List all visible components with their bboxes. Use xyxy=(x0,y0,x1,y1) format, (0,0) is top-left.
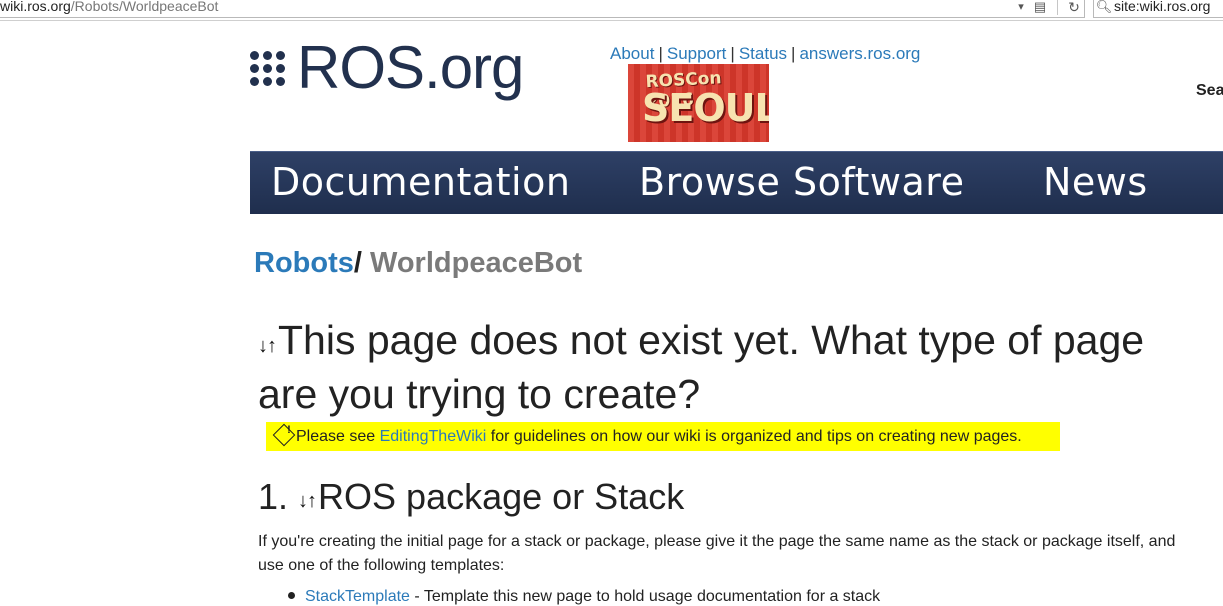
browser-search-input[interactable]: 🔍︎ site:wiki.ros.org xyxy=(1093,0,1223,18)
search-label: Sea xyxy=(1196,82,1223,99)
link-separator: | xyxy=(730,44,735,63)
section-title: ROS package or Stack xyxy=(318,476,685,517)
url-host: wiki.ros.org xyxy=(0,0,71,14)
toggle-arrows-icon[interactable]: ↓↑ xyxy=(258,335,277,357)
nav-browse-software[interactable]: Browse Software xyxy=(639,160,964,204)
answers-link[interactable]: answers.ros.org xyxy=(799,44,920,63)
status-link[interactable]: Status xyxy=(739,44,787,63)
main-nav: Documentation Browse Software News xyxy=(250,151,1223,214)
top-links: About | Support | Status | answers.ros.org xyxy=(610,44,920,64)
breadcrumb: Robots/ WorldpeaceBot xyxy=(254,247,582,280)
warning-notice: ! Please see EditingTheWiki for guideline… xyxy=(266,422,1060,451)
list-item-text: - Template this new page to hold usage d… xyxy=(409,588,881,605)
search-icon: 🔍︎ xyxy=(1095,0,1113,14)
nav-documentation[interactable]: Documentation xyxy=(271,160,570,204)
warning-icon: ! xyxy=(272,423,296,447)
nav-news[interactable]: News xyxy=(1043,160,1148,204)
section-heading: 1. ↓↑ROS package or Stack xyxy=(258,476,684,518)
url-bar[interactable]: wiki.ros.org/Robots/WorldpeaceBot ▾ ▤ ↻ xyxy=(0,0,1085,18)
browser-toolbar: wiki.ros.org/Robots/WorldpeaceBot ▾ ▤ ↻ … xyxy=(0,0,1223,21)
browser-search-value: site:wiki.ros.org xyxy=(1114,0,1211,14)
breadcrumb-separator: / xyxy=(353,247,362,279)
section-paragraph: If you're creating the initial page for … xyxy=(258,533,1176,574)
ros-logo[interactable]: ROS.org xyxy=(250,34,524,101)
link-separator: | xyxy=(791,44,796,63)
toolbar-divider xyxy=(1057,0,1058,15)
page-title: ↓↑This page does not exist yet. What typ… xyxy=(258,316,1158,418)
link-separator: | xyxy=(658,44,663,63)
reload-icon[interactable]: ↻ xyxy=(1064,0,1084,16)
reader-view-icon[interactable]: ▤ xyxy=(1029,0,1051,16)
editing-the-wiki-link[interactable]: EditingTheWiki xyxy=(380,428,487,445)
notice-post: for guidelines on how our wiki is organi… xyxy=(486,428,1022,445)
breadcrumb-current: WorldpeaceBot xyxy=(370,247,583,279)
section-number: 1. xyxy=(258,476,289,517)
ros-logo-dots-icon xyxy=(250,50,285,86)
section-toggle-arrows-icon[interactable]: ↓↑ xyxy=(298,490,317,512)
dropdown-arrow-icon[interactable]: ▾ xyxy=(1013,0,1029,16)
logo-text: ROS.org xyxy=(297,34,524,101)
stack-template-link[interactable]: StackTemplate xyxy=(305,588,410,605)
page-title-text: This page does not exist yet. What type … xyxy=(258,317,1145,417)
notice-pre: Please see xyxy=(296,428,380,445)
support-link[interactable]: Support xyxy=(667,44,727,63)
breadcrumb-parent[interactable]: Robots xyxy=(254,247,354,279)
url-path: /Robots/WorldpeaceBot xyxy=(70,0,219,14)
bullet-icon xyxy=(288,592,295,599)
roscon-banner[interactable]: ROSCon 2016 SEOUL xyxy=(628,64,769,142)
list-item: StackTemplate - Template this new page t… xyxy=(288,588,880,606)
about-link[interactable]: About xyxy=(610,44,654,63)
banner-line2: SEOUL xyxy=(642,86,769,130)
